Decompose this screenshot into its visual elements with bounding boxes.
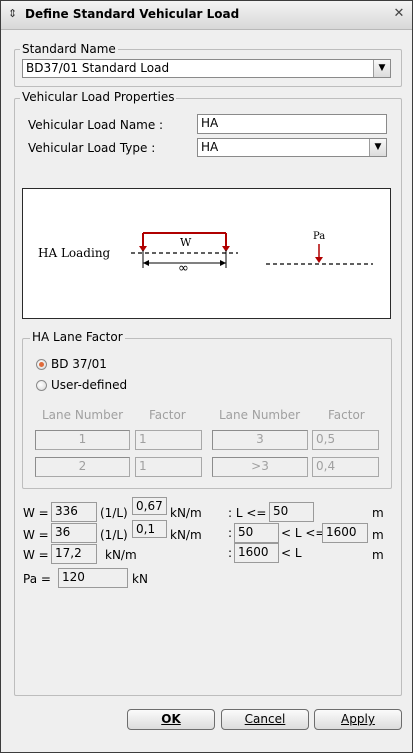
kn-unit-label: kN	[132, 572, 148, 586]
inverse-l-label: (1/L)	[100, 506, 128, 520]
factor-header-1: Factor	[149, 408, 186, 422]
lane-number-field: 3	[212, 430, 308, 450]
exponent-field-1: 0,67	[132, 497, 167, 515]
lower-limit-field-3: 1600	[234, 543, 279, 563]
load-name-value: HA	[201, 116, 219, 130]
load-type-label: Vehicular Load Type :	[28, 141, 156, 155]
factor-field: 1	[135, 457, 202, 477]
condition-label-1: : L <=	[228, 506, 267, 520]
knm-unit-label: kN/m	[170, 506, 202, 520]
window-title: Define Standard Vehicular Load	[25, 7, 240, 21]
pa-equals-label: Pa =	[23, 572, 51, 586]
w-equals-label: W =	[23, 506, 49, 520]
lane-number-field: 2	[35, 457, 130, 477]
m-unit-label: m	[372, 506, 384, 520]
upper-limit-field-2: 1600	[322, 523, 368, 543]
diagram-graphic	[131, 232, 373, 268]
w-coef-field-3: 17,2	[51, 544, 97, 564]
standard-name-legend: Standard Name	[20, 42, 118, 56]
w-coef-field-2: 36	[51, 523, 97, 543]
ok-button[interactable]: OK	[127, 709, 215, 730]
bd3701-radio-label[interactable]: BD 37/01	[51, 357, 107, 371]
user-defined-radio-label[interactable]: User-defined	[51, 378, 127, 392]
m-unit-label: m	[372, 528, 384, 542]
w-symbol: W	[180, 236, 192, 249]
factor-field: 1	[135, 430, 202, 450]
close-icon[interactable]: ✕	[391, 6, 407, 22]
title-bar[interactable]: ⇕ Define Standard Vehicular Load ✕	[1, 1, 412, 30]
m-unit-label: m	[372, 548, 384, 562]
chevron-down-icon[interactable]: ▼	[369, 139, 386, 156]
load-name-label: Vehicular Load Name :	[28, 118, 164, 132]
exponent-field-2: 0,1	[132, 520, 167, 538]
load-name-input[interactable]: HA	[197, 114, 387, 134]
infinity-symbol: ∞	[178, 261, 189, 276]
bd3701-radio[interactable]	[36, 359, 47, 370]
ha-lane-factor-legend: HA Lane Factor	[30, 330, 125, 344]
cancel-button[interactable]: Cancel	[221, 709, 309, 730]
condition-label-3: < L	[281, 546, 302, 560]
condition-label-2: < L <=	[281, 526, 326, 540]
factor-header-2: Factor	[328, 408, 365, 422]
lane-number-field: >3	[212, 457, 308, 477]
w-equals-label: W =	[23, 528, 49, 542]
colon-label: :	[228, 526, 233, 540]
w-equals-label: W =	[23, 548, 49, 562]
standard-name-value: BD37/01 Standard Load	[26, 61, 170, 75]
lane-number-header-2: Lane Number	[219, 408, 301, 422]
user-defined-radio[interactable]	[36, 380, 47, 391]
lane-number-header-1: Lane Number	[42, 408, 124, 422]
load-diagram: HA Loading W ∞ Pa	[22, 188, 391, 319]
inverse-l-label: (1/L)	[100, 528, 128, 542]
factor-field: 0,5	[312, 430, 379, 450]
colon-label: :	[228, 546, 233, 560]
load-type-dropdown[interactable]: HA ▼	[197, 138, 387, 157]
lower-limit-field-2: 50	[234, 523, 279, 543]
w-coef-field-1: 336	[51, 502, 97, 522]
window-menu-icon[interactable]: ⇕	[8, 8, 20, 20]
lane-number-field: 1	[35, 430, 130, 450]
load-type-value: HA	[201, 140, 219, 154]
chevron-down-icon[interactable]: ▼	[373, 60, 390, 77]
limit-field-1: 50	[269, 502, 314, 522]
vehicular-load-properties-legend: Vehicular Load Properties	[20, 90, 177, 104]
knm-unit-label: kN/m	[105, 548, 137, 562]
apply-button[interactable]: Apply	[314, 709, 402, 730]
dialog-window: ⇕ Define Standard Vehicular Load ✕ Stand…	[0, 0, 413, 753]
pa-symbol: Pa	[313, 231, 326, 242]
standard-name-dropdown[interactable]: BD37/01 Standard Load ▼	[22, 59, 391, 78]
factor-field: 0,4	[312, 457, 379, 477]
pa-value-field: 120	[58, 568, 128, 588]
knm-unit-label: kN/m	[170, 528, 202, 542]
